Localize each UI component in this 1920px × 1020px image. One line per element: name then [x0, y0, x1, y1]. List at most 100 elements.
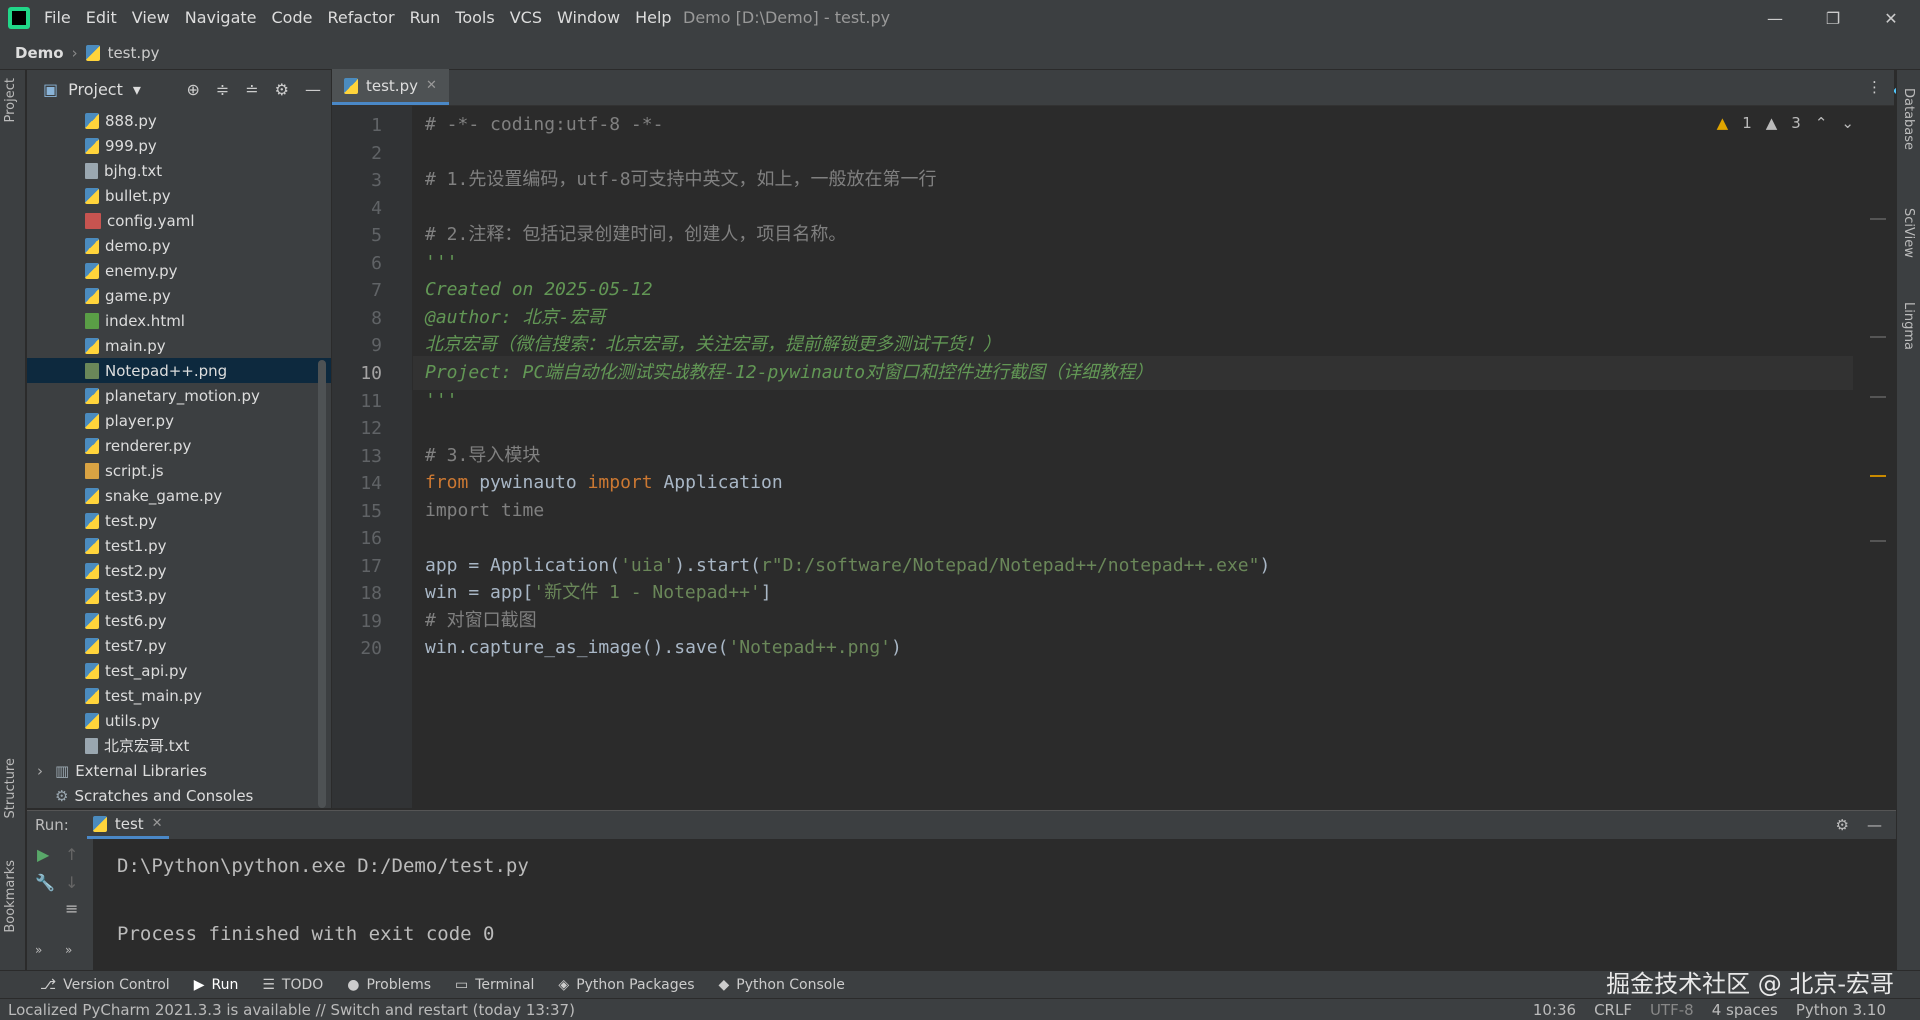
rerun-icon[interactable]: ▶ [37, 845, 49, 864]
chevron-right-icon[interactable]: › [37, 762, 49, 780]
line-number: 13 [360, 446, 382, 467]
sciview-tool-tab[interactable]: SciView [1901, 208, 1916, 258]
project-tree-file[interactable]: test_main.py [27, 683, 331, 708]
tool-window-python-console[interactable]: ◆ Python Console [719, 977, 845, 993]
menu-code[interactable]: Code [272, 8, 313, 27]
project-tool-tab[interactable]: Project [3, 78, 18, 122]
python-interpreter[interactable]: Python 3.10 [1796, 1001, 1886, 1019]
menu-help[interactable]: Help [635, 8, 671, 27]
menu-run[interactable]: Run [410, 8, 441, 27]
run-tab-test[interactable]: test ✕ [86, 811, 169, 839]
hide-icon[interactable]: — [305, 80, 321, 99]
project-tree-file[interactable]: test1.py [27, 533, 331, 558]
project-tree-file[interactable]: snake_game.py [27, 483, 331, 508]
collapse-all-icon[interactable]: ≐ [245, 80, 258, 99]
down-arrow-icon[interactable]: ↓ [65, 873, 78, 892]
tool-window-label: TODO [281, 976, 324, 993]
restore-button[interactable]: ❐ [1804, 0, 1862, 36]
soft-wrap-icon[interactable]: ≡ [65, 899, 78, 918]
gear-icon[interactable]: ⚙ [275, 80, 289, 99]
tool-window-python-packages[interactable]: ◈ Python Packages [558, 977, 694, 993]
menu-refactor[interactable]: Refactor [327, 8, 394, 27]
breadcrumb-project[interactable]: Demo [15, 44, 64, 62]
close-button[interactable]: ✕ [1862, 0, 1920, 36]
project-tree-file[interactable]: enemy.py [27, 258, 331, 283]
project-tree-file[interactable]: test.py [27, 508, 331, 533]
project-tree-file[interactable]: 888.py [27, 108, 331, 133]
project-tree-file[interactable]: config.yaml [27, 208, 331, 233]
expand-all-icon[interactable]: ≑ [216, 80, 229, 99]
chevron-up-icon[interactable]: ⌃ [1815, 114, 1828, 132]
project-tree-file[interactable]: Notepad++.png [27, 358, 331, 383]
database-tool-tab[interactable]: Database [1901, 88, 1916, 150]
menu-tools[interactable]: Tools [455, 8, 494, 27]
tab-test-py[interactable]: test.py ✕ [332, 69, 449, 105]
python-file-icon [85, 262, 99, 279]
project-tree-file[interactable]: test6.py [27, 608, 331, 633]
external-libraries-node[interactable]: › ▥ External Libraries [27, 758, 331, 783]
menu-edit[interactable]: Edit [86, 8, 117, 27]
structure-tool-tab[interactable]: Structure [3, 758, 18, 818]
project-tree-file[interactable]: test_api.py [27, 658, 331, 683]
chevron-down-icon[interactable]: ⌄ [1841, 114, 1854, 132]
file-encoding[interactable]: UTF-8 [1650, 1001, 1694, 1019]
python-file-icon [85, 187, 99, 204]
chevron-down-icon[interactable]: ▾ [133, 80, 141, 99]
minimize-button[interactable]: — [1746, 0, 1804, 36]
tool-window-problems[interactable]: ● Problems [347, 977, 431, 993]
project-tree-file[interactable]: bjhg.txt [27, 158, 331, 183]
editor-scroll-markers[interactable] [1870, 150, 1886, 650]
console-output[interactable]: D:\Python\python.exe D:/Demo/test.py Proc… [117, 849, 529, 951]
project-tree-file[interactable]: test2.py [27, 558, 331, 583]
scratches-node[interactable]: ⚙ Scratches and Consoles [27, 783, 331, 808]
project-tree-file[interactable]: player.py [27, 408, 331, 433]
project-tree-file[interactable]: test7.py [27, 633, 331, 658]
project-tree-file[interactable]: 北京宏哥.txt [27, 733, 331, 758]
project-tree-file[interactable]: renderer.py [27, 433, 331, 458]
tool-window-todo[interactable]: ☰ TODO [262, 977, 323, 993]
close-tab-icon[interactable]: ✕ [152, 816, 163, 831]
status-message[interactable]: Localized PyCharm 2021.3.3 is available … [8, 1001, 575, 1019]
line-number: 18 [360, 583, 382, 604]
caret-position[interactable]: 10:36 [1533, 1001, 1576, 1019]
indent-setting[interactable]: 4 spaces [1712, 1001, 1778, 1019]
project-tree-file[interactable]: test3.py [27, 583, 331, 608]
more-icon[interactable]: » [65, 943, 72, 957]
menu-window[interactable]: Window [557, 8, 620, 27]
menu-navigate[interactable]: Navigate [185, 8, 257, 27]
menu-vcs[interactable]: VCS [510, 8, 542, 27]
project-scrollbar[interactable] [318, 360, 326, 808]
project-tree-file[interactable]: game.py [27, 283, 331, 308]
project-tree-file[interactable]: index.html [27, 308, 331, 333]
line-separator[interactable]: CRLF [1594, 1001, 1632, 1019]
bookmarks-tool-tab[interactable]: Bookmarks [3, 860, 18, 933]
line-number: 6 [371, 253, 382, 274]
tool-window-run[interactable]: ▶ Run [194, 977, 239, 993]
breadcrumb-file[interactable]: test.py [108, 44, 160, 62]
python-file-icon [85, 587, 99, 604]
gear-icon[interactable]: ⚙ [1836, 816, 1849, 834]
menu-file[interactable]: File [44, 8, 71, 27]
project-tree-file[interactable]: 999.py [27, 133, 331, 158]
close-tab-icon[interactable]: ✕ [426, 78, 437, 93]
project-view-selector[interactable]: Project [68, 80, 123, 99]
wrench-icon[interactable]: 🔧 [35, 873, 55, 892]
lingma-tool-tab[interactable]: Lingma [1901, 302, 1916, 350]
code-view[interactable]: # -*- coding:utf-8 -*- # 1.先设置编码，utf-8可支持… [413, 106, 1853, 808]
project-tree-file[interactable]: main.py [27, 333, 331, 358]
tool-window-version-control[interactable]: ⎇ Version Control [40, 977, 170, 993]
locate-icon[interactable]: ⊕ [186, 80, 199, 99]
file-name: test_main.py [105, 686, 202, 705]
project-tree-file[interactable]: utils.py [27, 708, 331, 733]
menu-view[interactable]: View [132, 8, 170, 27]
project-tree-file[interactable]: planetary_motion.py [27, 383, 331, 408]
more-icon[interactable]: » [35, 943, 42, 957]
up-arrow-icon[interactable]: ↑ [65, 845, 78, 864]
project-tree-file[interactable]: bullet.py [27, 183, 331, 208]
project-tree-file[interactable]: script.js [27, 458, 331, 483]
hide-icon[interactable]: — [1867, 816, 1882, 834]
tab-menu-icon[interactable]: ⋮ [1867, 78, 1882, 96]
tool-window-terminal[interactable]: ▭ Terminal [455, 977, 534, 993]
inspection-widget[interactable]: ▲ 1 ▲ 3 ⌃ ⌄ [1717, 114, 1854, 132]
project-tree-file[interactable]: demo.py [27, 233, 331, 258]
